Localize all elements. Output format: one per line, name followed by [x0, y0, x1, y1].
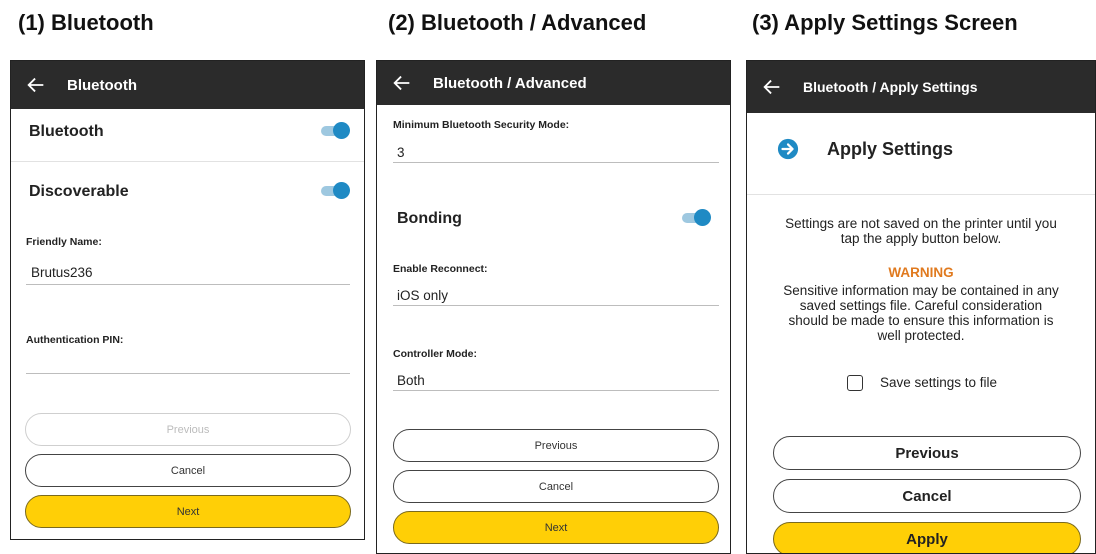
caption-bluetooth: (1) Bluetooth: [18, 10, 154, 35]
apply-settings-heading: Apply Settings: [827, 139, 954, 159]
bonding-toggle[interactable]: [682, 209, 711, 226]
apply-settings-screen: Bluetooth / Apply Settings Apply Setting…: [746, 60, 1096, 554]
controller-mode-underline: [393, 390, 719, 391]
previous-button[interactable]: Previous: [25, 413, 351, 446]
app-bar: Bluetooth / Apply Settings: [747, 61, 1095, 113]
bluetooth-label: Bluetooth: [29, 123, 104, 140]
next-button[interactable]: Next: [25, 495, 351, 528]
reconnect-label: Enable Reconnect:: [393, 263, 488, 275]
cancel-button[interactable]: Cancel: [25, 454, 351, 487]
discoverable-label: Discoverable: [29, 183, 129, 200]
friendly-name-label: Friendly Name:: [26, 236, 102, 248]
back-arrow-icon[interactable]: [761, 76, 783, 98]
reconnect-underline: [393, 305, 719, 306]
discoverable-toggle[interactable]: [321, 182, 350, 199]
divider: [747, 194, 1095, 195]
warning-line-1: Sensitive information may be contained i…: [783, 283, 1059, 298]
controller-mode-field[interactable]: Both: [397, 373, 425, 388]
controller-mode-label: Controller Mode:: [393, 348, 477, 360]
arrow-right-circle-icon: [777, 138, 799, 160]
warning-line-4: well protected.: [877, 328, 965, 343]
next-button[interactable]: Next: [393, 511, 719, 544]
save-notice-line-1: Settings are not saved on the printer un…: [785, 216, 1057, 231]
bluetooth-screen: Bluetooth Bluetooth Discoverable Friendl…: [10, 60, 365, 540]
bonding-label: Bonding: [397, 210, 462, 227]
save-settings-label[interactable]: Save settings to file: [880, 375, 997, 390]
save-settings-checkbox[interactable]: [847, 375, 863, 391]
warning-title: WARNING: [888, 265, 954, 280]
security-mode-field[interactable]: 3: [397, 145, 405, 160]
warning-line-2: saved settings file. Careful considerati…: [799, 298, 1043, 313]
app-bar: Bluetooth: [11, 61, 364, 109]
screen-title: Bluetooth: [67, 76, 137, 94]
app-bar: Bluetooth / Advanced: [377, 61, 730, 105]
cancel-button[interactable]: Cancel: [773, 479, 1081, 513]
apply-button[interactable]: Apply: [773, 522, 1081, 553]
screen-title: Bluetooth / Apply Settings: [803, 79, 978, 95]
auth-pin-underline: [26, 373, 350, 374]
divider: [11, 161, 364, 162]
security-mode-label: Minimum Bluetooth Security Mode:: [393, 119, 570, 131]
caption-apply-settings: (3) Apply Settings Screen: [752, 10, 1018, 35]
screen-title: Bluetooth / Advanced: [433, 74, 587, 92]
auth-pin-label: Authentication PIN:: [26, 334, 124, 346]
caption-bluetooth-advanced: (2) Bluetooth / Advanced: [388, 10, 647, 35]
friendly-name-underline: [26, 284, 350, 285]
cancel-button[interactable]: Cancel: [393, 470, 719, 503]
back-arrow-icon[interactable]: [391, 72, 413, 94]
previous-button[interactable]: Previous: [393, 429, 719, 462]
save-notice-line-2: tap the apply button below.: [840, 231, 1002, 246]
friendly-name-field[interactable]: Brutus236: [31, 265, 93, 280]
back-arrow-icon[interactable]: [25, 74, 47, 96]
bluetooth-toggle[interactable]: [321, 122, 350, 139]
previous-button[interactable]: Previous: [773, 436, 1081, 470]
bluetooth-advanced-screen: Bluetooth / Advanced Minimum Bluetooth S…: [376, 60, 731, 554]
reconnect-field[interactable]: iOS only: [397, 288, 448, 303]
security-mode-underline: [393, 162, 719, 163]
warning-line-3: should be made to ensure this informatio…: [788, 313, 1054, 328]
